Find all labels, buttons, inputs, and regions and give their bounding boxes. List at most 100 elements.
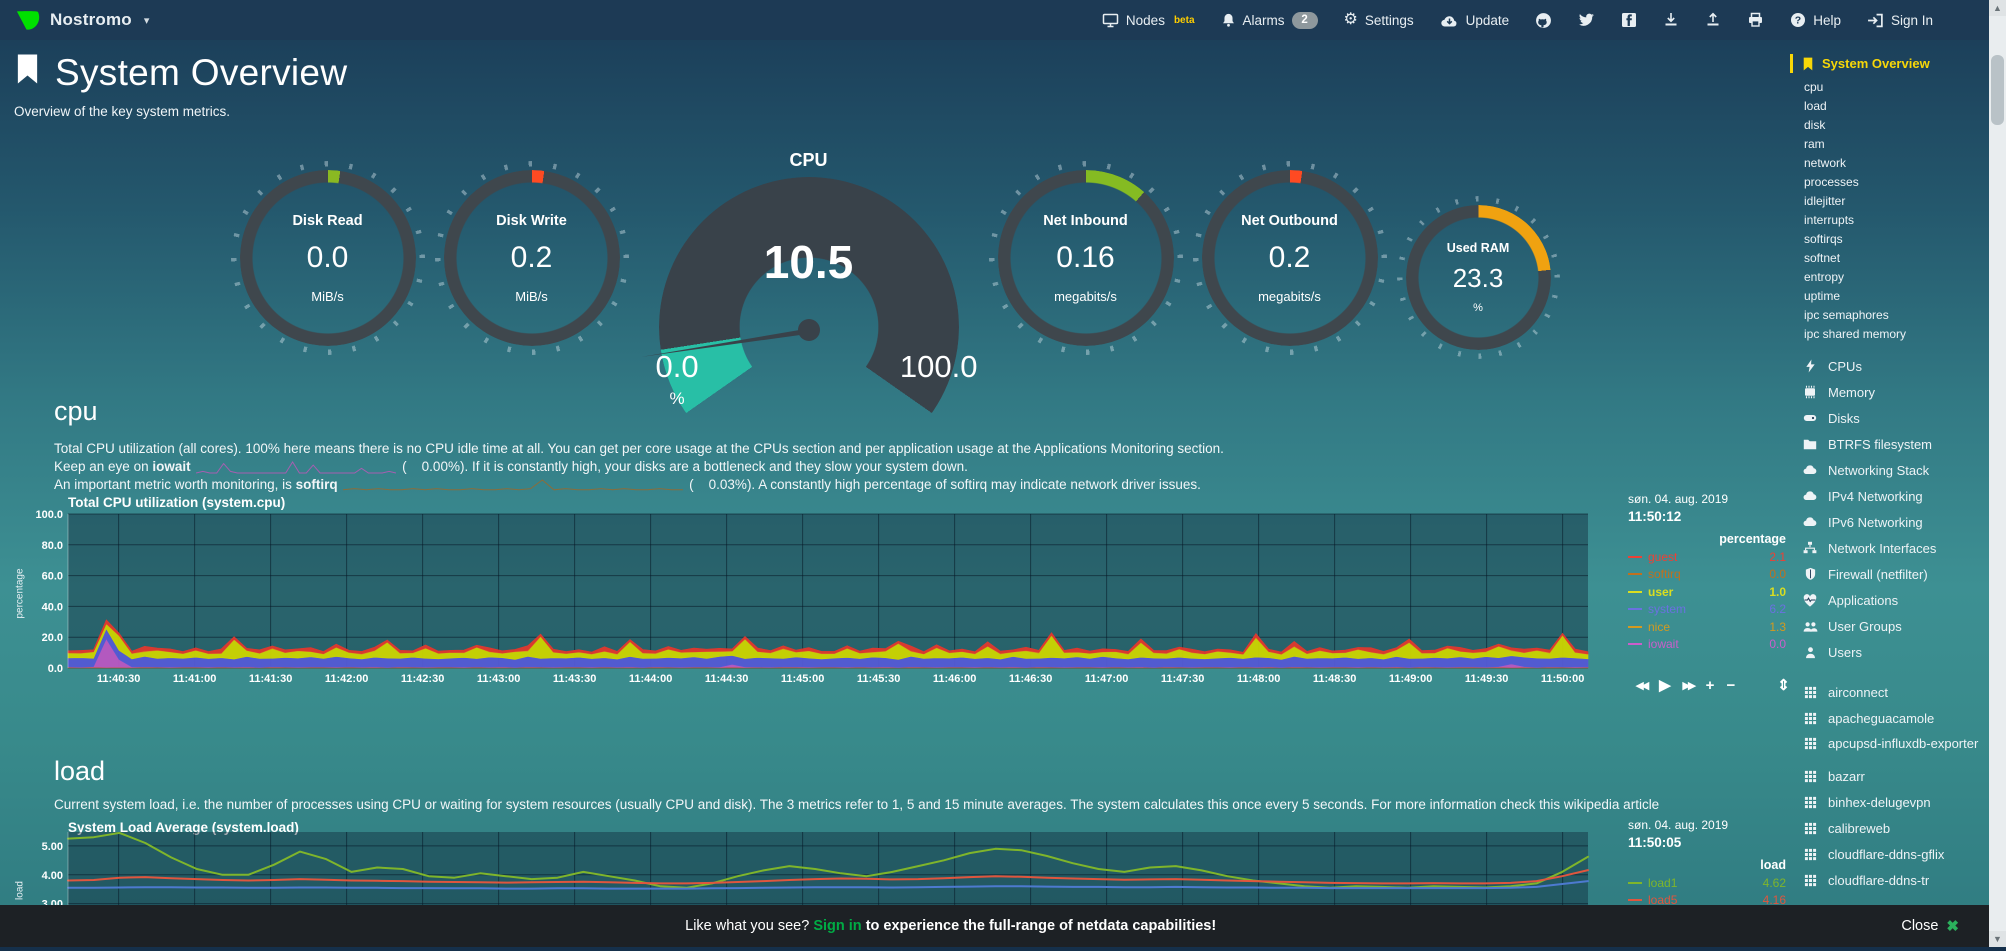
- sidebar-item-network[interactable]: network: [1802, 154, 1989, 173]
- sidebar-item-ipc-semaphores[interactable]: ipc semaphores: [1802, 306, 1989, 325]
- sidebar-item-load[interactable]: load: [1802, 97, 1989, 116]
- pan-right-button[interactable]: ▸▸: [1683, 676, 1694, 694]
- facebook-button[interactable]: [1621, 12, 1637, 28]
- gauge-value: 0.2: [511, 241, 553, 275]
- cpu-chart[interactable]: 11:40:3011:41:0011:41:3011:42:0011:42:30…: [28, 510, 1594, 686]
- sidebar-item-apcupsd-influxdb-exporter[interactable]: apcupsd-influxdb-exporter: [1802, 731, 1989, 763]
- banner-signin-link[interactable]: Sign in: [813, 918, 861, 934]
- sidebar-item-airconnect[interactable]: airconnect: [1802, 679, 1989, 705]
- cpu-gauge[interactable]: CPU 10.5 0.0 % 100.0: [648, 148, 970, 405]
- scroll-down-arrow[interactable]: ▼: [1989, 931, 2006, 947]
- sidebar-item-calibreweb[interactable]: calibreweb: [1802, 815, 1989, 841]
- sidebar-item-networking-stack[interactable]: Networking Stack: [1802, 457, 1989, 483]
- github-button[interactable]: [1535, 12, 1552, 29]
- help-button[interactable]: ? Help: [1790, 12, 1841, 28]
- legend-row-guest[interactable]: guest 2.1: [1628, 548, 1786, 566]
- top-nav: Nodesbeta Alarms2 ⚙ Settings Update: [1102, 12, 1933, 29]
- twitter-button[interactable]: [1578, 13, 1595, 28]
- sidebar-item-cloudflare-ddns-gflix[interactable]: cloudflare-ddns-gflix: [1802, 841, 1989, 867]
- sidebar-item-disk[interactable]: disk: [1802, 116, 1989, 135]
- sidebar-item-cloudflare-ddns-tr[interactable]: cloudflare-ddns-tr: [1802, 867, 1989, 893]
- folder-open-icon: [1802, 437, 1818, 451]
- update-button[interactable]: Update: [1440, 13, 1510, 28]
- svg-text:80.0: 80.0: [42, 540, 63, 552]
- legend-row-load1[interactable]: load1 4.62: [1628, 874, 1786, 892]
- legend-row-user[interactable]: user 1.0: [1628, 583, 1786, 601]
- legend-name: nice: [1648, 620, 1769, 634]
- disk-read-gauge[interactable]: Disk Read 0.0 MiB/s: [240, 170, 416, 346]
- sidebar-item-cpu[interactable]: cpu: [1802, 78, 1989, 97]
- sidebar-sub-list: cpu load disk ram network processes idle…: [1802, 78, 1989, 344]
- net-outbound-gauge[interactable]: Net Outbound 0.2 megabits/s: [1202, 170, 1378, 346]
- print-button[interactable]: [1747, 12, 1764, 28]
- svg-text:11:49:00: 11:49:00: [1389, 673, 1432, 685]
- sidebar-item-idlejitter[interactable]: idlejitter: [1802, 192, 1989, 211]
- sidebar-item-ram[interactable]: ram: [1802, 135, 1989, 154]
- sidebar-item-interrupts[interactable]: interrupts: [1802, 211, 1989, 230]
- alarms-button[interactable]: Alarms2: [1221, 12, 1318, 29]
- svg-text:11:49:30: 11:49:30: [1465, 673, 1508, 685]
- sidebar-item-softirqs[interactable]: softirqs: [1802, 230, 1989, 249]
- legend-row-system[interactable]: system 6.2: [1628, 601, 1786, 619]
- sidebar-item-softnet[interactable]: softnet: [1802, 249, 1989, 268]
- svg-text:11:45:00: 11:45:00: [781, 673, 824, 685]
- sidebar-item-entropy[interactable]: entropy: [1802, 268, 1989, 287]
- sidebar-item-users[interactable]: Users: [1802, 639, 1989, 665]
- gauge-title: Disk Read: [292, 213, 362, 229]
- signin-label: Sign In: [1891, 13, 1933, 28]
- sidebar-item-memory[interactable]: Memory: [1802, 379, 1989, 405]
- sidebar-item-label: Disks: [1828, 411, 1860, 426]
- import-button[interactable]: [1663, 12, 1679, 28]
- legend-row-nice[interactable]: nice 1.3: [1628, 618, 1786, 636]
- sidebar-host-list: airconnect apacheguacamole apcupsd-influ…: [1802, 679, 1989, 893]
- resize-handle[interactable]: ⇕: [1777, 676, 1790, 694]
- signin-button[interactable]: Sign In: [1867, 13, 1933, 28]
- sidebar-item-user-groups[interactable]: User Groups: [1802, 613, 1989, 639]
- sidebar-item-bazarr[interactable]: bazarr: [1802, 763, 1989, 789]
- zoom-out-button[interactable]: −: [1726, 677, 1735, 694]
- sidebar-item-system-overview[interactable]: System Overview: [1802, 56, 1989, 71]
- sidebar-item-label: Applications: [1828, 593, 1898, 608]
- sidebar-item-apacheguacamole[interactable]: apacheguacamole: [1802, 705, 1989, 731]
- legend-swatch: [1628, 573, 1642, 575]
- scrollbar-thumb[interactable]: [1991, 55, 2004, 125]
- sidebar-item-label: airconnect: [1828, 685, 1888, 700]
- sidebar-item-uptime[interactable]: uptime: [1802, 287, 1989, 306]
- sidebar-item-label: BTRFS filesystem: [1828, 437, 1932, 452]
- sidebar-item-ipv6-networking[interactable]: IPv6 Networking: [1802, 509, 1989, 535]
- play-button[interactable]: ▶: [1659, 676, 1671, 694]
- svg-text:11:45:30: 11:45:30: [857, 673, 900, 685]
- export-button[interactable]: [1705, 12, 1721, 28]
- sidebar-item-cpus[interactable]: CPUs: [1802, 353, 1989, 379]
- legend-row-iowait[interactable]: iowait 0.0: [1628, 636, 1786, 654]
- page-scrollbar[interactable]: ▲ ▼: [1989, 0, 2006, 947]
- zoom-in-button[interactable]: +: [1706, 677, 1715, 694]
- iowait-sparkline[interactable]: [196, 460, 396, 475]
- net-inbound-gauge[interactable]: Net Inbound 0.16 megabits/s: [998, 170, 1174, 346]
- iowait-keyword: iowait: [152, 459, 190, 474]
- page-title: System Overview: [55, 52, 347, 94]
- disk-write-gauge[interactable]: Disk Write 0.2 MiB/s: [444, 170, 620, 346]
- settings-button[interactable]: ⚙ Settings: [1344, 12, 1414, 28]
- softirq-sparkline[interactable]: [343, 478, 683, 493]
- legend-row-softirq[interactable]: softirq 0.0: [1628, 566, 1786, 584]
- pan-left-button[interactable]: ◂◂: [1636, 676, 1647, 694]
- sidebar-item-binhex-delugevpn[interactable]: binhex-delugevpn: [1802, 789, 1989, 815]
- nodes-button[interactable]: Nodesbeta: [1102, 13, 1195, 28]
- cpu-chart-title: Total CPU utilization (system.cpu): [68, 495, 285, 510]
- sidebar-item-ipv4-networking[interactable]: IPv4 Networking: [1802, 483, 1989, 509]
- used-ram-gauge[interactable]: Used RAM 23.3 %: [1406, 205, 1551, 350]
- sidebar-item-network-interfaces[interactable]: Network Interfaces: [1802, 535, 1989, 561]
- sidebar-item-processes[interactable]: processes: [1802, 173, 1989, 192]
- bell-icon: [1221, 12, 1236, 28]
- gauge-title: Disk Write: [496, 213, 567, 229]
- sidebar-item-ipc-shared-memory[interactable]: ipc shared memory: [1802, 325, 1989, 344]
- node-menu[interactable]: Nostromo ▾: [14, 7, 149, 33]
- sidebar-item-disks[interactable]: Disks: [1802, 405, 1989, 431]
- sidebar-item-applications[interactable]: Applications: [1802, 587, 1989, 613]
- banner-close-button[interactable]: Close ✖: [1901, 917, 1959, 935]
- sidebar-item-firewall[interactable]: Firewall (netfilter): [1802, 561, 1989, 587]
- scroll-up-arrow[interactable]: ▲: [1989, 0, 2006, 16]
- sidebar-item-label: binhex-delugevpn: [1828, 795, 1931, 810]
- sidebar-item-btrfs[interactable]: BTRFS filesystem: [1802, 431, 1989, 457]
